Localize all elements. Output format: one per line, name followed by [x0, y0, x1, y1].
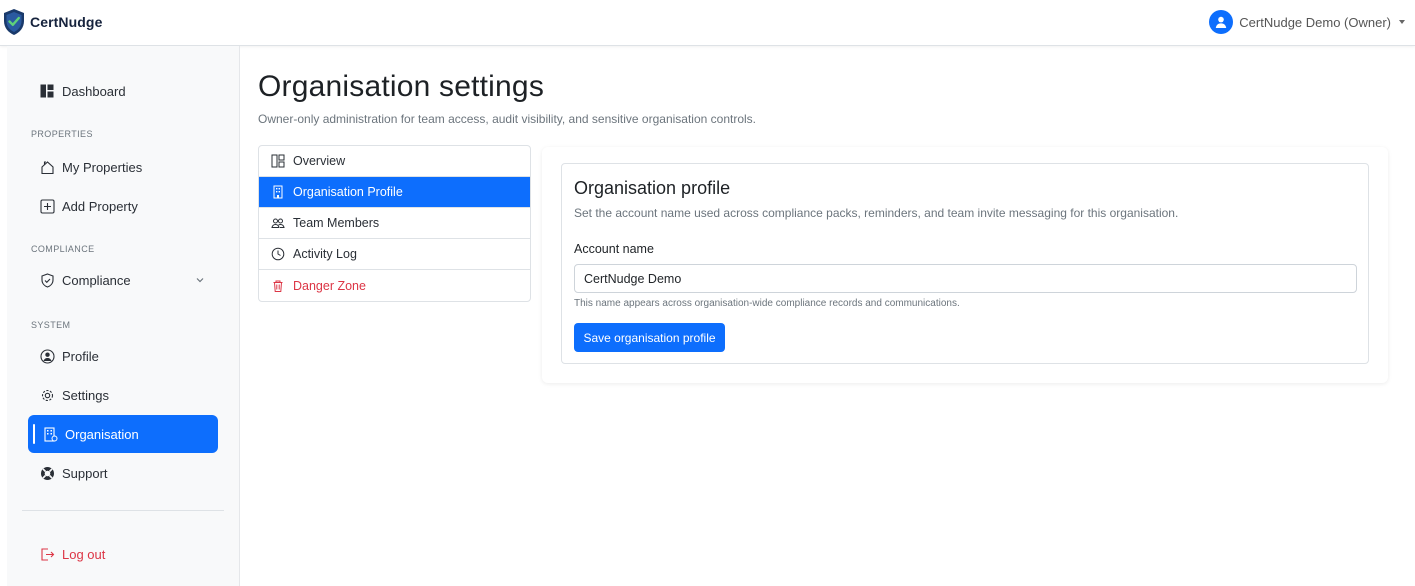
tab-label: Danger Zone	[293, 278, 366, 293]
card-title: Organisation profile	[574, 178, 731, 198]
sidebar-item-dashboard[interactable]: Dashboard	[28, 72, 218, 110]
sidebar-item-label: Dashboard	[62, 83, 126, 99]
building-icon	[271, 185, 285, 199]
tab-label: Team Members	[293, 216, 380, 230]
house-icon	[39, 159, 55, 175]
person-circle-icon	[39, 348, 55, 364]
sidebar-item-label: Support	[62, 465, 108, 481]
sidebar-item-support[interactable]: Support	[28, 454, 218, 492]
logout-button[interactable]: Log out	[28, 535, 218, 573]
sidebar-item-settings[interactable]: Settings	[28, 376, 218, 414]
sidebar-item-compliance[interactable]: Compliance	[28, 261, 218, 299]
sidebar-item-organisation[interactable]: Organisation	[28, 415, 218, 453]
tab-overview[interactable]: Overview	[259, 146, 530, 177]
gear-icon	[39, 387, 55, 403]
layout-icon	[271, 154, 285, 168]
tab-activity-log[interactable]: Activity Log	[259, 239, 530, 270]
tab-label: Organisation Profile	[293, 185, 403, 199]
page-title: Organisation settings	[258, 70, 545, 103]
save-organisation-profile-button[interactable]: Save organisation profile	[574, 323, 725, 352]
sidebar: Dashboard PROPERTIES My Properties Add P…	[7, 46, 240, 586]
tab-organisation-profile[interactable]: Organisation Profile	[259, 177, 530, 208]
sidebar-item-label: My Properties	[62, 159, 143, 175]
tab-label: Overview	[293, 154, 346, 168]
sidebar-item-add-property[interactable]: Add Property	[28, 187, 218, 225]
sidebar-item-label: Log out	[62, 546, 106, 562]
logout-icon	[39, 546, 55, 562]
page-subtitle: Owner-only administration for team acces…	[258, 112, 756, 126]
trash-icon	[271, 279, 285, 293]
plus-square-icon	[39, 198, 55, 214]
person-circle-icon	[1209, 10, 1234, 34]
top-navbar: CertNudge CertNudge Demo (Owner)	[0, 0, 1415, 46]
people-icon	[271, 216, 285, 230]
sidebar-item-label: Organisation	[65, 426, 139, 442]
shield-check-icon	[2, 8, 26, 36]
caret-down-icon	[1399, 20, 1405, 24]
sidebar-item-my-properties[interactable]: My Properties	[28, 148, 218, 186]
section-label-compliance: COMPLIANCE	[31, 244, 95, 254]
account-name-input[interactable]	[574, 264, 1357, 293]
life-preserver-icon	[39, 465, 55, 481]
user-name: CertNudge Demo (Owner)	[1239, 14, 1391, 30]
sidebar-divider	[22, 510, 224, 511]
organisation-profile-card: Organisation profile Set the account nam…	[561, 163, 1369, 364]
tab-label: Activity Log	[293, 247, 357, 261]
shield-check-icon	[39, 272, 55, 288]
brand[interactable]: CertNudge	[2, 7, 102, 37]
brand-name: CertNudge	[30, 14, 103, 30]
section-label-system: SYSTEM	[31, 320, 71, 330]
sidebar-item-label: Add Property	[62, 198, 138, 214]
settings-tab-list: Overview Organisation Profile Team Membe…	[258, 145, 531, 302]
tab-team-members[interactable]: Team Members	[259, 208, 530, 239]
sidebar-item-label: Profile	[62, 348, 99, 364]
user-menu[interactable]: CertNudge Demo (Owner)	[1209, 9, 1405, 35]
building-icon	[42, 426, 58, 442]
account-name-help: This name appears across organisation-wi…	[574, 298, 960, 309]
tab-danger-zone[interactable]: Danger Zone	[259, 270, 530, 301]
dashboard-icon	[39, 83, 55, 99]
account-name-label: Account name	[574, 242, 654, 256]
section-label-properties: PROPERTIES	[31, 129, 93, 139]
sidebar-item-label: Settings	[62, 387, 109, 403]
chevron-down-icon	[194, 274, 206, 286]
sidebar-item-profile[interactable]: Profile	[28, 337, 218, 375]
card-description: Set the account name used across complia…	[574, 206, 1179, 220]
clock-icon	[271, 247, 285, 261]
sidebar-item-label: Compliance	[62, 272, 131, 288]
